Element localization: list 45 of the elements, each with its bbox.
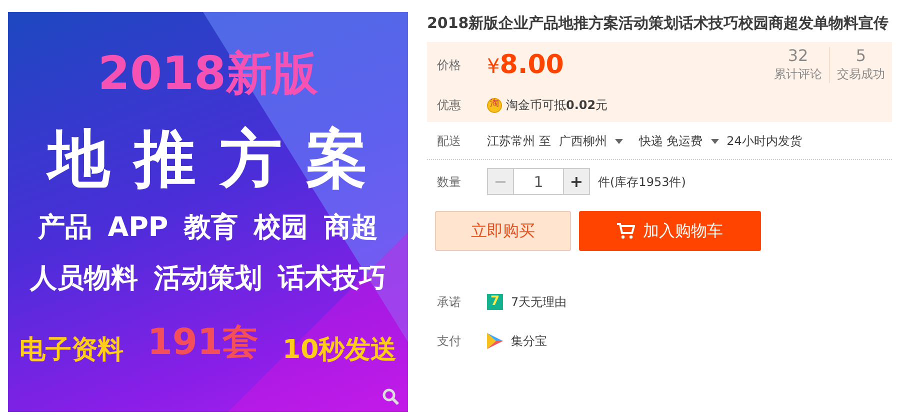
- banner-title-char: 方: [220, 128, 282, 190]
- stock-text: 件(库存1953件): [598, 174, 686, 190]
- banner-tag: 活动策划: [154, 265, 262, 292]
- promo-label: 优惠: [436, 97, 462, 114]
- price: ¥8.00: [487, 48, 564, 82]
- banner-footer-text: 10秒发送: [282, 334, 397, 367]
- price-label: 价格: [436, 57, 462, 74]
- ship-time: 24小时内发货: [726, 132, 802, 150]
- payment-logo-icon: [487, 333, 503, 349]
- banner-title-char: 案: [306, 128, 368, 190]
- banner-tag: 校园: [254, 214, 308, 241]
- destination-dropdown[interactable]: 广西柳州: [558, 132, 623, 150]
- delivery-label: 配送: [436, 132, 462, 150]
- stat-label: 累计评论: [774, 66, 822, 83]
- caret-icon: [614, 138, 623, 144]
- stat-value: 32: [786, 47, 810, 65]
- promo-text: 淘金币可抵0.02元: [506, 97, 608, 114]
- banner-headline: 2018新版: [96, 50, 320, 96]
- stat-value: 5: [854, 47, 868, 65]
- banner-tag: 教育: [184, 214, 238, 241]
- banner-title-char: 推: [134, 128, 196, 190]
- promise-label: 承诺: [436, 294, 462, 311]
- increment-button[interactable]: +: [563, 168, 590, 195]
- banner-tag: 商超: [324, 214, 378, 241]
- banner-tag: 人员物料: [30, 265, 138, 292]
- shipping-dropdown[interactable]: 快递 免运费: [638, 132, 719, 150]
- promise-text: 7天无理由: [511, 294, 567, 311]
- banner-footer-text: 191套: [147, 321, 258, 365]
- coin-icon: 淘: [487, 98, 502, 112]
- zoom-icon[interactable]: [382, 388, 400, 406]
- payment-text: 集分宝: [511, 333, 547, 350]
- banner-title-char: 地: [48, 128, 110, 190]
- return-badge-icon: 7: [487, 294, 503, 310]
- banner-tag: 话术技巧: [278, 265, 386, 292]
- quantity-label: 数量: [436, 174, 462, 190]
- cart-icon: [617, 223, 635, 239]
- product-title: 2018新版企业产品地推方案活动策划话术技巧校园商超发单物料宣传: [427, 13, 890, 34]
- banner-footer-text: 电子资料: [19, 334, 124, 367]
- banner-tag: APP: [108, 214, 168, 241]
- stat-label: 交易成功: [837, 66, 885, 83]
- payment-label: 支付: [436, 333, 462, 350]
- delivery-origin: 江苏常州 至: [487, 132, 551, 150]
- quantity-field[interactable]: 1: [514, 168, 563, 195]
- banner-tag: 产品: [38, 214, 92, 241]
- caret-icon: [710, 138, 719, 144]
